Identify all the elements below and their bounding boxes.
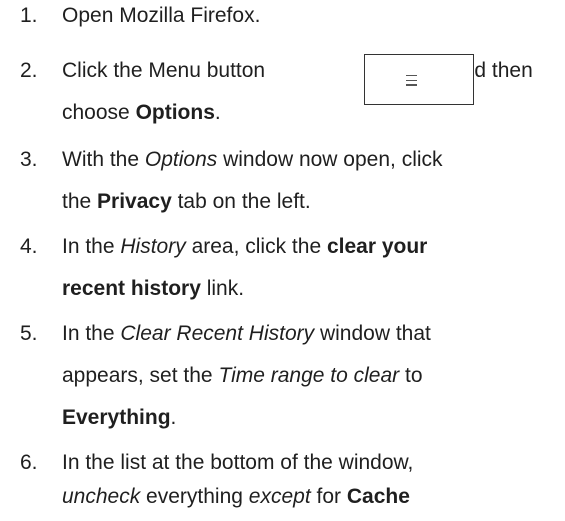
text-run: .: [170, 406, 177, 429]
step-number: 2.: [20, 59, 38, 82]
step-line: appears, set the Time range to clear to: [62, 364, 423, 388]
step-line: the Privacy tab on the left.: [62, 190, 311, 214]
text-run: to: [399, 364, 423, 387]
menu-button-illustration: [364, 54, 474, 105]
step-line: In the list at the bottom of the window,: [62, 451, 413, 475]
text-run-italic: Time range to clear: [218, 364, 400, 387]
text-run: appears, set the: [62, 364, 219, 387]
text-run: choose: [62, 101, 136, 124]
text-run: tab on the left.: [171, 190, 311, 213]
text-run-italic: History: [120, 235, 186, 258]
text-run-bold: Everything: [62, 406, 171, 429]
text-run-bold: recent history: [62, 277, 201, 300]
text-run-italic: except: [248, 485, 311, 508]
step-line: In the Clear Recent History window that: [62, 322, 431, 346]
text-run: for: [310, 485, 347, 508]
text-run: Open Mozilla Firefox.: [62, 4, 261, 27]
step-number: 6.: [20, 451, 38, 474]
step-line: With the Options window now open, click: [62, 148, 443, 172]
step-line: Open Mozilla Firefox.: [62, 4, 260, 28]
text-run-italic: Clear Recent History: [120, 322, 315, 345]
step-line: recent history link.: [62, 277, 244, 301]
text-run: window that: [314, 322, 431, 345]
step-number: 1.: [20, 4, 38, 27]
text-run: link.: [200, 277, 245, 300]
step-line: choose Options.: [62, 101, 221, 125]
text-run-bold: Options: [135, 101, 215, 124]
text-run-bold: Privacy: [97, 190, 172, 213]
step-number: 5.: [20, 322, 38, 345]
text-run-italic: Options: [144, 148, 218, 171]
text-run: area, click the: [185, 235, 327, 258]
text-run: In the: [62, 322, 121, 345]
step-line: uncheck everything except for Cache: [62, 485, 410, 509]
hamburger-menu-icon: [406, 75, 417, 89]
text-run: In the list at the bottom of the window,: [62, 451, 414, 474]
text-run-bold: Cache: [346, 485, 410, 508]
step-line: Click the Menu button: [62, 59, 265, 83]
text-run-bold: clear your: [326, 235, 428, 258]
text-run: In the: [62, 235, 121, 258]
text-run: everything: [140, 485, 249, 508]
step-line: Everything.: [62, 406, 176, 430]
text-run: window now open, click: [217, 148, 443, 171]
step-number: 4.: [20, 235, 38, 258]
text-run-italic: uncheck: [62, 485, 141, 508]
text-run: With the: [62, 148, 145, 171]
step-number: 3.: [20, 148, 38, 171]
step-line: In the History area, click the clear you…: [62, 235, 427, 259]
text-run: Click the Menu button: [62, 59, 266, 82]
text-run: .: [214, 101, 221, 124]
text-run: the: [62, 190, 98, 213]
